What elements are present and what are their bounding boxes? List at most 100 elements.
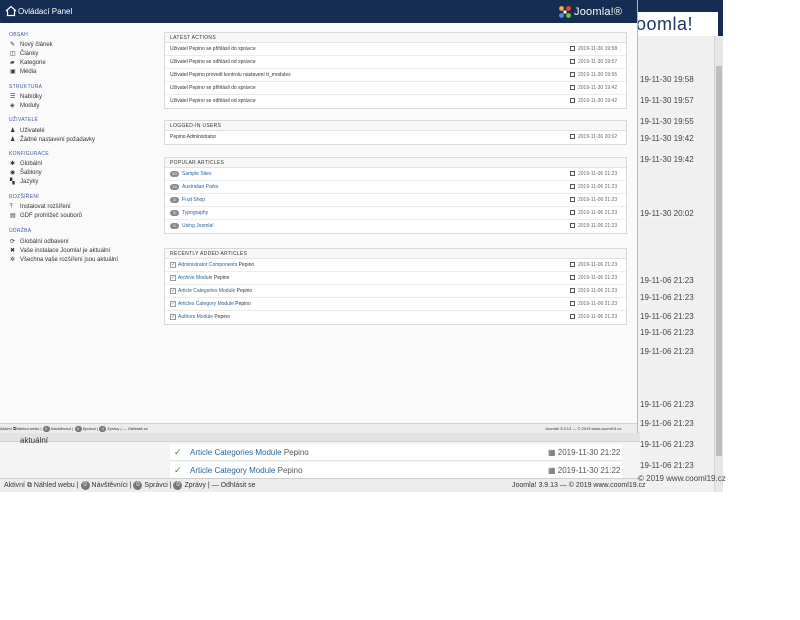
status-visitors-badge: 0	[80, 480, 90, 490]
background-scrollbar-thumb[interactable]	[716, 66, 722, 456]
hits-badge: 43	[170, 170, 179, 177]
action-row[interactable]: Uživatel Pepino se odhlásil od správce 20…	[165, 95, 626, 108]
sidebar-item-articles[interactable]: ◫ Články	[10, 50, 38, 59]
background-brand-text: oomla!	[636, 14, 694, 34]
background-version-text: Joomla! 3.9.13 — © 2019 www.cooml19.cz	[512, 482, 646, 489]
background-scrollbar[interactable]	[714, 36, 723, 492]
background-article-title[interactable]: Article Category Module Pepino	[190, 462, 303, 479]
popular-article-row[interactable]: 5 Typography 2019-11-06 21:23	[165, 207, 626, 220]
calendar-icon	[570, 184, 575, 190]
status-visitors-link[interactable]: Návštěvníci	[92, 482, 128, 489]
action-text[interactable]: Uživatel Pepino se odhlásil od správce	[170, 56, 256, 69]
action-row[interactable]: Uživatel Pepino se přihlásil do správce 2…	[165, 82, 626, 95]
sidebar-item-modules[interactable]: ◈ Moduly	[10, 102, 39, 111]
status-logout-link[interactable]: Odhlásit se	[221, 482, 256, 489]
background-date-cell: 19-11-06 21:23	[638, 395, 702, 415]
recent-article-row[interactable]: ✓ Archive Module Pepino 2019-11-06 21:23	[165, 272, 626, 285]
published-check-icon[interactable]: ✓	[170, 300, 176, 307]
status-view-site-link[interactable]: Náhled webu	[34, 482, 75, 489]
action-row[interactable]: Uživatel Pepino se odhlásil od správce 20…	[165, 56, 626, 69]
popular-article-date: 2019-11-06 21:23	[570, 220, 617, 233]
popular-article-row[interactable]: 14 Australian Parks 2019-11-06 21:23	[165, 181, 626, 194]
action-text[interactable]: Uživatel Pepino se přihlásil do správce	[170, 43, 256, 56]
recent-article-row[interactable]: ✓ Authors Module Pepino 2019-11-06 21:23	[165, 311, 626, 324]
action-row[interactable]: Uživatel Pepino provedl kontrolu nastave…	[165, 69, 626, 82]
logged-in-user-name[interactable]: Pepino Administrator	[170, 131, 216, 144]
published-check-icon[interactable]: ✓	[170, 313, 176, 320]
background-article-title[interactable]: Article Categories Module Pepino	[190, 444, 309, 461]
minus-icon: —	[122, 426, 127, 431]
logged-in-user-row[interactable]: Pepino Administrator 2019-11-30 20:02	[165, 131, 626, 144]
status-messages-badge: 0	[173, 480, 183, 490]
sidebar-item-templates[interactable]: ◉ Šablony	[10, 169, 42, 178]
sidebar-item-extensions-update[interactable]: ✲ Všechna vaše rozšíření jsou aktuální	[10, 256, 118, 265]
sidebar-item-new-article[interactable]: ✎ Nový článek	[10, 41, 53, 50]
background-status-items: Aktivní ⧉ Náhled webu | 0 Návštěvníci | 0…	[4, 480, 256, 490]
popular-article-title[interactable]: Using Joomla!	[182, 223, 214, 229]
status-messages-link[interactable]: Zprávy	[107, 426, 119, 431]
popular-article-title[interactable]: Fruit Shop	[182, 197, 205, 203]
background-article-row[interactable]: ✓ Article Category Module Pepino ▦ 2019-…	[170, 462, 622, 479]
sidebar-item-install-extensions[interactable]: ⤒ Instalovat rozšíření	[10, 203, 71, 212]
action-row[interactable]: Uživatel Pepino se přihlásil do správce 2…	[165, 43, 626, 56]
home-icon[interactable]	[5, 5, 17, 17]
sidebar-item-users[interactable]: ♟ Uživatelé	[10, 127, 45, 136]
hits-badge: 8	[170, 196, 179, 203]
refresh-icon: ⟳	[10, 239, 16, 245]
status-admins-link[interactable]: Správci	[83, 426, 96, 431]
sidebar-heading-users: UŽIVATELÉ	[9, 117, 39, 123]
published-check-icon[interactable]: ✓	[170, 274, 176, 281]
status-logout-link[interactable]: Odhlásit se	[128, 426, 148, 431]
sidebar-item-menus[interactable]: ☰ Nabídky	[10, 93, 42, 102]
published-check-icon[interactable]: ✓	[170, 287, 176, 294]
background-article-row[interactable]: ✓ Article Categories Module Pepino ▦ 201…	[170, 444, 622, 461]
sidebar-item-global-checkin[interactable]: ⟳ Globální odbavení	[10, 238, 69, 247]
action-text[interactable]: Uživatel Pepino se odhlásil od správce	[170, 95, 256, 108]
sidebar-item-file-browser[interactable]: ▤ GDF prohlížeč souborů	[10, 212, 82, 221]
popular-article-title[interactable]: Typography	[182, 210, 208, 216]
popular-article-date: 2019-11-06 21:23	[570, 194, 617, 207]
popular-article-row[interactable]: 8 Fruit Shop 2019-11-06 21:23	[165, 194, 626, 207]
list-icon: ☰	[10, 94, 16, 100]
sidebar-menu: OBSAH ✎ Nový článek ◫ Články ▰ Kategorie ▣ M…	[0, 23, 160, 423]
background-joomla-logo: oomla!	[632, 12, 718, 36]
logged-in-users-title: LOGGED-IN USERS	[165, 121, 626, 131]
sidebar-item-media[interactable]: ▣ Média	[10, 68, 36, 77]
recent-article-row[interactable]: ✓ Article Categories Module Pepino 2019-11…	[165, 285, 626, 298]
status-view-site-link[interactable]: Náhled webu	[16, 426, 39, 431]
folder-icon: ▰	[10, 60, 15, 66]
action-text[interactable]: Uživatel Pepino se přihlásil do správce	[170, 82, 256, 95]
logged-in-user-date: 2019-11-30 20:02	[570, 131, 617, 144]
background-date-cell: 19-11-30 19:57	[638, 91, 702, 111]
sidebar-item-global[interactable]: ✱ Globální	[10, 160, 42, 169]
calendar-icon	[570, 98, 575, 104]
recent-article-title[interactable]: Articles Category Module	[178, 301, 234, 307]
recent-article-title[interactable]: Administrator Components	[178, 262, 237, 268]
sidebar-item-categories[interactable]: ▰ Kategorie	[10, 59, 46, 68]
status-visitors-link[interactable]: Návštěvníci	[51, 426, 72, 431]
recent-article-title[interactable]: Archive Module	[178, 275, 212, 281]
sidebar-item-joomla-update[interactable]: ✖ Vaše instalace Joomla! je aktuální	[10, 247, 110, 256]
popular-article-title[interactable]: Sample Sites	[182, 171, 211, 177]
sidebar-item-languages[interactable]: ▚ Jazyky	[10, 178, 38, 187]
published-check-icon[interactable]: ✓	[170, 261, 176, 268]
popular-article-title[interactable]: Australian Parks	[182, 184, 218, 190]
calendar-icon: ▦	[548, 448, 558, 457]
sidebar-item-user-requests[interactable]: ♟ Žádné nastavení požadavky	[10, 136, 95, 145]
popular-article-cell: 5 Typography	[170, 207, 208, 220]
action-text[interactable]: Uživatel Pepino provedl kontrolu nastave…	[170, 69, 291, 82]
popular-article-row[interactable]: 5 Using Joomla! 2019-11-06 21:23	[165, 220, 626, 233]
recent-article-row[interactable]: ✓ Articles Category Module Pepino 2019-11-…	[165, 298, 626, 311]
popular-article-row[interactable]: 43 Sample Sites 2019-11-06 21:23	[165, 168, 626, 181]
recent-article-cell: ✓ Article Categories Module Pepino	[170, 285, 252, 298]
recent-article-date: 2019-11-06 21:23	[570, 311, 617, 324]
calendar-icon	[570, 314, 575, 320]
recent-article-author: Pepino	[214, 314, 230, 320]
recent-article-title[interactable]: Article Categories Module	[178, 288, 235, 294]
status-messages-link[interactable]: Zprávy	[184, 482, 205, 489]
background-toolbar-strip	[0, 432, 640, 442]
recent-article-date: 2019-11-06 21:23	[570, 259, 617, 272]
status-admins-link[interactable]: Správci	[144, 482, 167, 489]
recent-article-row[interactable]: ✓ Administrator Components Pepino 2019-11-…	[165, 259, 626, 272]
recent-article-title[interactable]: Authors Module	[178, 314, 213, 320]
